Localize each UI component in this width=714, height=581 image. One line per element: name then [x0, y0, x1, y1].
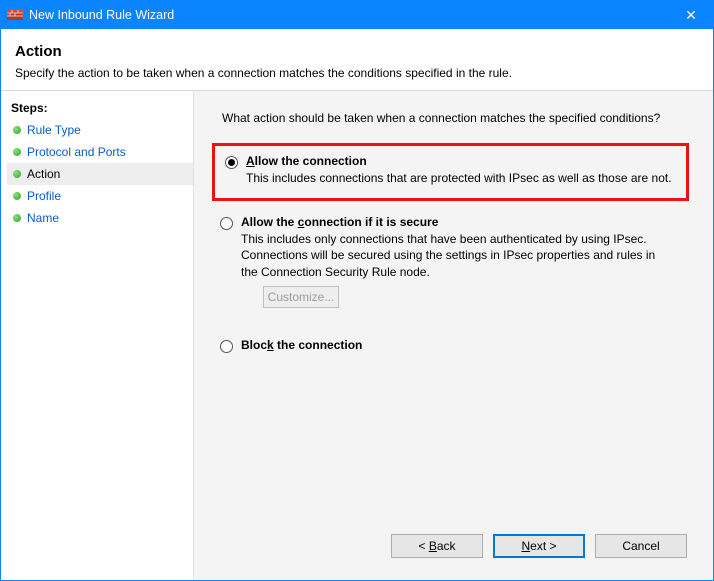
option-texts: Block the connection: [241, 338, 691, 352]
step-protocol-and-ports[interactable]: Protocol and Ports: [7, 141, 193, 163]
option-allow-secure[interactable]: Allow the connection if it is secure Thi…: [220, 211, 695, 312]
option-block[interactable]: Block the connection: [220, 334, 695, 357]
back-button[interactable]: < Back: [391, 534, 483, 558]
step-rule-type[interactable]: Rule Type: [7, 119, 193, 141]
customize-button: Customize...: [263, 286, 339, 308]
radio-block[interactable]: [220, 340, 233, 353]
option-label: Allow the connection: [246, 154, 676, 168]
bullet-icon: [13, 170, 21, 178]
steps-title: Steps:: [7, 99, 193, 119]
step-label: Rule Type: [27, 123, 81, 137]
step-label: Profile: [27, 189, 61, 203]
step-label: Name: [27, 211, 59, 225]
close-icon: ✕: [685, 7, 697, 24]
radio-allow[interactable]: [225, 156, 238, 169]
content-pane: What action should be taken when a conne…: [193, 91, 713, 580]
bullet-icon: [13, 214, 21, 222]
step-action[interactable]: Action: [7, 163, 193, 185]
highlight-annotation: Allow the connection This includes conne…: [212, 143, 689, 201]
window-title: New Inbound Rule Wizard: [29, 8, 669, 22]
bullet-icon: [13, 126, 21, 134]
step-label: Protocol and Ports: [27, 145, 126, 159]
next-button[interactable]: Next >: [493, 534, 585, 558]
titlebar: New Inbound Rule Wizard ✕: [1, 1, 713, 29]
step-name[interactable]: Name: [7, 207, 193, 229]
bullet-icon: [13, 148, 21, 156]
steps-sidebar: Steps: Rule Type Protocol and Ports Acti…: [1, 91, 193, 580]
footer-buttons: < Back Next > Cancel: [212, 524, 695, 568]
wizard-window: New Inbound Rule Wizard ✕ Action Specify…: [0, 0, 714, 581]
option-label: Allow the connection if it is secure: [241, 215, 691, 229]
body: Steps: Rule Type Protocol and Ports Acti…: [1, 91, 713, 580]
option-desc: This includes only connections that have…: [241, 231, 671, 280]
radio-allow-secure[interactable]: [220, 217, 233, 230]
page-subtitle: Specify the action to be taken when a co…: [15, 66, 699, 80]
step-profile[interactable]: Profile: [7, 185, 193, 207]
page-header: Action Specify the action to be taken wh…: [1, 29, 713, 91]
option-desc: This includes connections that are prote…: [246, 170, 676, 186]
cancel-button[interactable]: Cancel: [595, 534, 687, 558]
option-label: Block the connection: [241, 338, 691, 352]
option-texts: Allow the connection if it is secure Thi…: [241, 215, 691, 308]
firewall-icon: [7, 7, 23, 23]
option-texts: Allow the connection This includes conne…: [246, 154, 676, 186]
close-button[interactable]: ✕: [669, 1, 713, 29]
prompt-text: What action should be taken when a conne…: [222, 111, 695, 125]
option-allow[interactable]: Allow the connection This includes conne…: [225, 150, 680, 190]
page-title: Action: [15, 43, 699, 60]
step-label: Action: [27, 167, 60, 181]
bullet-icon: [13, 192, 21, 200]
